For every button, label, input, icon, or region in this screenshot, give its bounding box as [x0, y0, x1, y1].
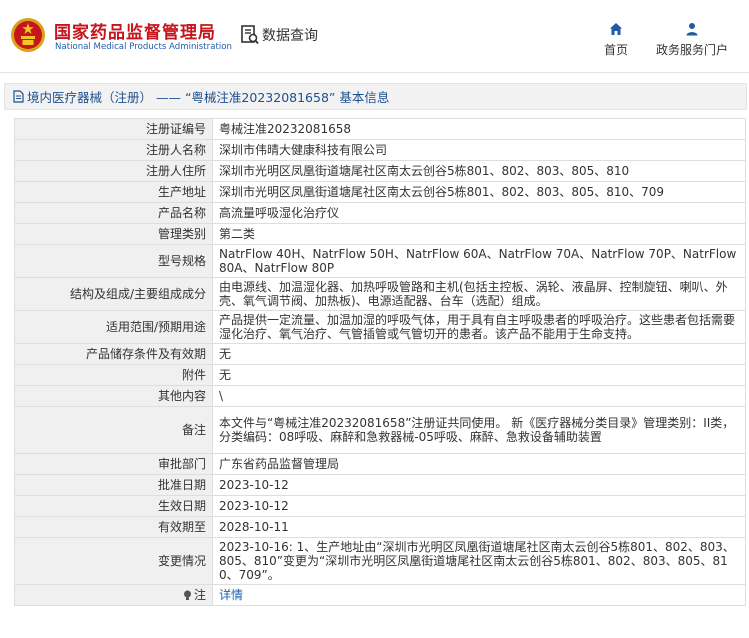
field-value: 高流量呼吸湿化治疗仪	[212, 202, 746, 224]
field-value: 无	[212, 364, 746, 386]
user-icon	[686, 23, 698, 36]
field-value-cell: 详情	[212, 584, 746, 606]
brand-title[interactable]: 国家药品监督管理局	[54, 18, 216, 43]
field-label: 注册证编号	[14, 118, 213, 140]
field-value: 产品提供一定流量、加温加湿的呼吸气体，用于具有自主呼吸患者的呼吸治疗。这些患者包…	[212, 310, 746, 344]
document-search-icon	[241, 25, 259, 45]
lightbulb-icon	[183, 590, 191, 600]
field-label: 产品名称	[14, 202, 213, 224]
nav-service-label: 政务服务门户	[655, 43, 728, 57]
field-label: 适用范围/预期用途	[14, 310, 213, 344]
field-value: 本文件与“粤械注准20232081658”注册证共同使用。 新《医疗器械分类目录…	[212, 406, 746, 454]
table-row: 产品名称 高流量呼吸湿化治疗仪	[14, 202, 746, 224]
national-emblem-icon	[11, 18, 45, 52]
field-label: 附件	[14, 364, 213, 386]
table-row: 附件 无	[14, 364, 746, 386]
table-row: 变更情况 2023-10-16: 1、生产地址由“深圳市光明区凤凰街道塘尾社区南…	[14, 537, 746, 585]
table-row: 批准日期 2023-10-12	[14, 474, 746, 496]
field-label: 注	[193, 588, 206, 602]
field-label: 注册人住所	[14, 160, 213, 182]
field-value: 2023-10-12	[212, 474, 746, 496]
table-row: 注册人住所 深圳市光明区凤凰街道塘尾社区南太云创谷5栋801、802、803、8…	[14, 160, 746, 182]
field-value: 2023-10-12	[212, 495, 746, 517]
nav-home[interactable]: 首页	[576, 20, 656, 58]
table-row: 注册证编号 粤械注准20232081658	[14, 118, 746, 140]
table-row: 注 详情	[14, 584, 746, 606]
field-value: 广东省药品监督管理局	[212, 453, 746, 475]
field-label: 生产地址	[14, 181, 213, 203]
field-value: 粤械注准20232081658	[212, 118, 746, 140]
site-header: 国家药品监督管理局 National Medical Products Admi…	[0, 0, 749, 72]
record-detail-table: 注册证编号 粤械注准20232081658 注册人名称 深圳市伟晴大健康科技有限…	[14, 118, 746, 606]
field-label: 注册人名称	[14, 139, 213, 161]
brand-subtitle: National Medical Products Administration	[55, 42, 232, 52]
field-value: 2023-10-16: 1、生产地址由“深圳市光明区凤凰街道塘尾社区南太云创谷5…	[212, 537, 746, 585]
table-row: 型号规格 NatrFlow 40H、NatrFlow 50H、NatrFlow …	[14, 244, 746, 278]
nav-service-portal[interactable]: 政务服务门户	[652, 20, 732, 58]
field-label: 有效期至	[14, 516, 213, 538]
table-row: 其他内容 \	[14, 385, 746, 407]
table-row: 结构及组成/主要组成成分 由电源线、加温湿化器、加热呼吸管路和主机(包括主控板、…	[14, 277, 746, 311]
details-link[interactable]: 详情	[219, 588, 243, 602]
header-divider	[0, 72, 749, 73]
table-row: 注册人名称 深圳市伟晴大健康科技有限公司	[14, 139, 746, 161]
field-label: 其他内容	[14, 385, 213, 407]
field-value: 第二类	[212, 223, 746, 245]
field-value: 深圳市光明区凤凰街道塘尾社区南太云创谷5栋801、802、803、805、810	[212, 160, 746, 182]
field-label: 结构及组成/主要组成成分	[14, 277, 213, 311]
note-label-cell: 注	[14, 584, 213, 606]
field-value: \	[212, 385, 746, 407]
table-row: 管理类别 第二类	[14, 223, 746, 245]
nav-home-label: 首页	[603, 43, 628, 57]
document-icon	[13, 90, 24, 103]
field-label: 批准日期	[14, 474, 213, 496]
home-icon	[610, 23, 622, 35]
field-value: NatrFlow 40H、NatrFlow 50H、NatrFlow 60A、N…	[212, 244, 746, 278]
field-label: 管理类别	[14, 223, 213, 245]
field-value: 无	[212, 343, 746, 365]
field-label: 生效日期	[14, 495, 213, 517]
table-row: 适用范围/预期用途 产品提供一定流量、加温加湿的呼吸气体，用于具有自主呼吸患者的…	[14, 310, 746, 344]
field-label: 备注	[14, 406, 213, 454]
field-value: 深圳市伟晴大健康科技有限公司	[212, 139, 746, 161]
field-label: 审批部门	[14, 453, 213, 475]
field-label: 变更情况	[14, 537, 213, 585]
field-value: 2028-10-11	[212, 516, 746, 538]
table-row: 有效期至 2028-10-11	[14, 516, 746, 538]
breadcrumb-text: 境内医疗器械（注册） —— “粤械注准20232081658” 基本信息	[27, 90, 390, 105]
data-query-label: 数据查询	[262, 28, 318, 44]
field-value: 由电源线、加温湿化器、加热呼吸管路和主机(包括主控板、涡轮、液晶屏、控制旋钮、喇…	[212, 277, 746, 311]
breadcrumb: 境内医疗器械（注册） —— “粤械注准20232081658” 基本信息	[4, 83, 747, 110]
field-label: 型号规格	[14, 244, 213, 278]
table-row: 备注 本文件与“粤械注准20232081658”注册证共同使用。 新《医疗器械分…	[14, 406, 746, 454]
table-row: 审批部门 广东省药品监督管理局	[14, 453, 746, 475]
data-query-link[interactable]: 数据查询	[241, 25, 318, 45]
table-row: 产品储存条件及有效期 无	[14, 343, 746, 365]
table-row: 生效日期 2023-10-12	[14, 495, 746, 517]
field-value: 深圳市光明区凤凰街道塘尾社区南太云创谷5栋801、802、803、805、810…	[212, 181, 746, 203]
field-label: 产品储存条件及有效期	[14, 343, 213, 365]
table-row: 生产地址 深圳市光明区凤凰街道塘尾社区南太云创谷5栋801、802、803、80…	[14, 181, 746, 203]
